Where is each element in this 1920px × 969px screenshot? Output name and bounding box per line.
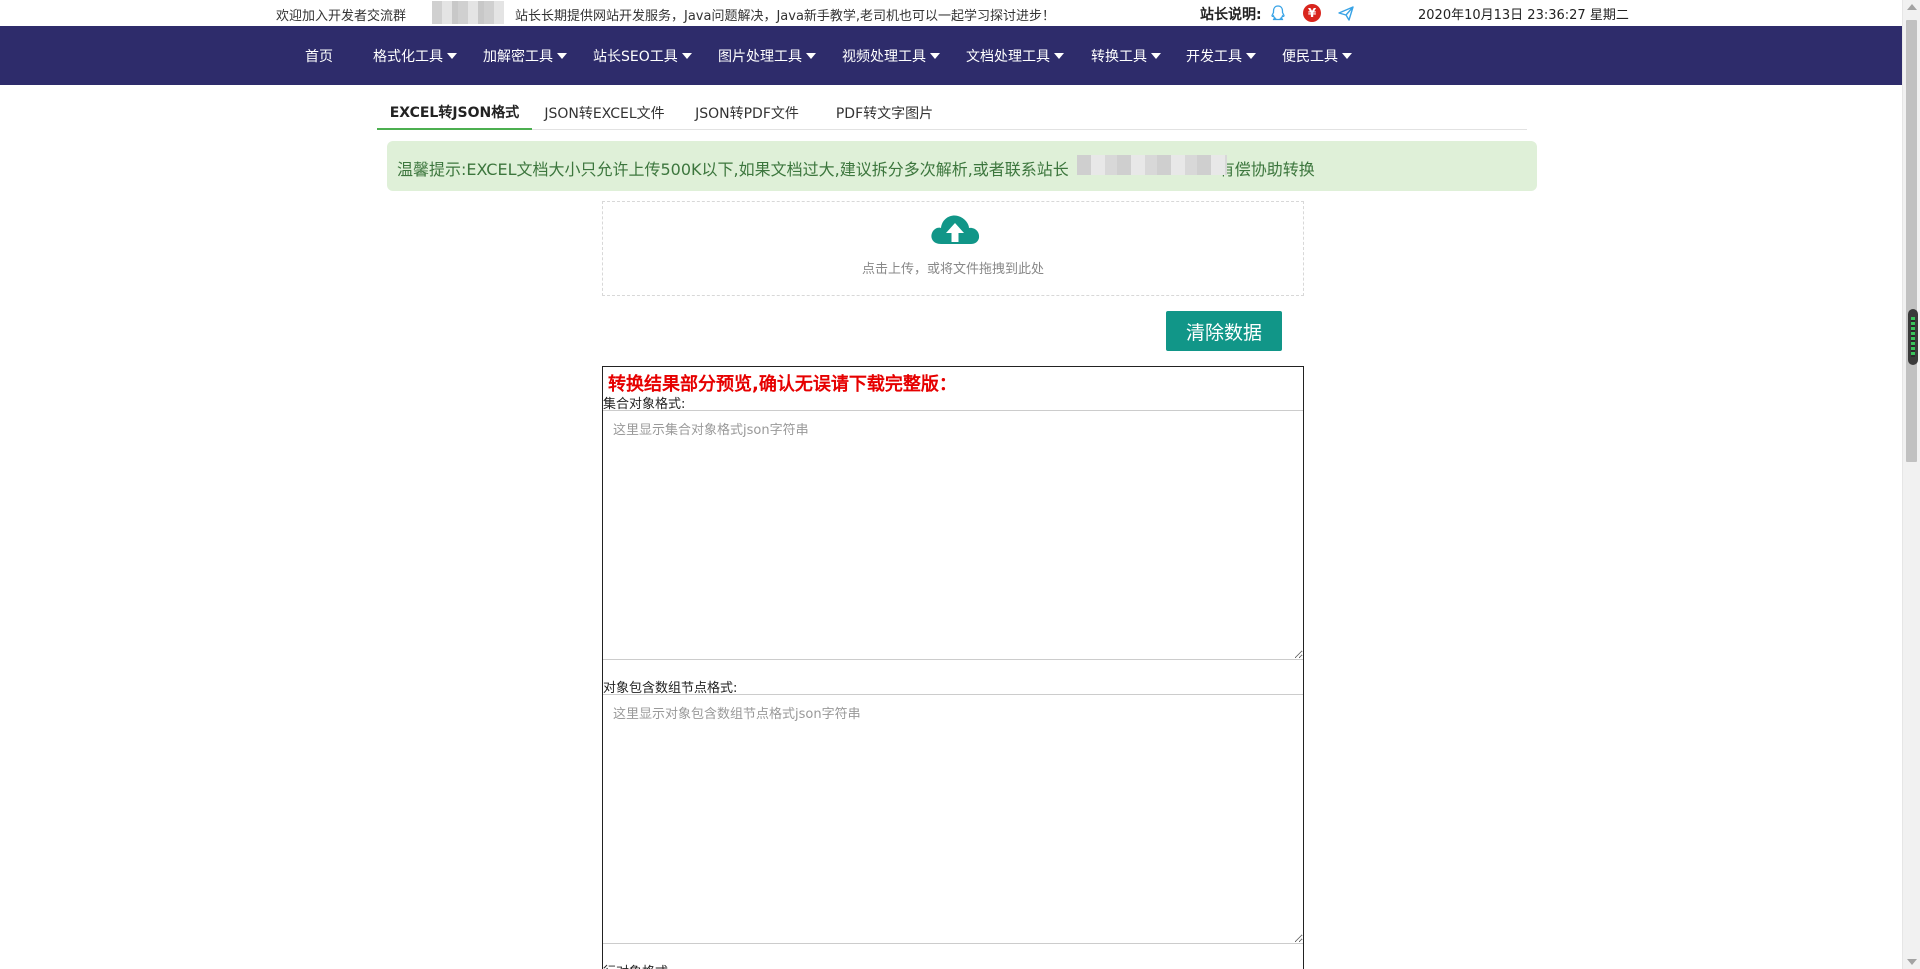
scroll-up-arrow-icon[interactable] — [1907, 4, 1917, 10]
cloud-upload-icon — [931, 215, 980, 244]
nav-item-seo-tools[interactable]: 站长SEO工具 — [593, 46, 692, 66]
nav-item-label: 加解密工具 — [483, 49, 553, 65]
qq-icon[interactable] — [1268, 4, 1288, 22]
nav-item-label: 图片处理工具 — [718, 49, 802, 65]
nav-item-label: 视频处理工具 — [842, 49, 926, 65]
caret-down-icon — [681, 53, 692, 59]
tab-excel-to-json[interactable]: EXCEL转JSON格式 — [377, 95, 532, 130]
tip-notice: 温馨提示:EXCEL文档大小只允许上传500K以下,如果文档过大,建议拆分多次解… — [387, 141, 1537, 191]
nav-item-format-tools[interactable]: 格式化工具 — [373, 46, 457, 66]
upload-hint: 点击上传，或将文件拖拽到此处 — [861, 262, 1044, 277]
top-info-bar: 欢迎加入开发者交流群 站长长期提供网站开发服务，Java问题解决，Java新手教… — [0, 0, 1902, 26]
caret-down-icon — [806, 53, 816, 59]
caret-down-icon — [930, 53, 940, 59]
current-datetime: 2020年10月13日 23:36:27 星期二 — [1418, 8, 1629, 23]
scrollbar-thumb[interactable] — [1906, 20, 1917, 462]
nav-item-label: 便民工具 — [1282, 49, 1338, 65]
clear-data-button[interactable]: 清除数据 — [1166, 311, 1282, 351]
main-nav: 首页 格式化工具 加解密工具 站长SEO工具 图片处理工具 视频处理工具 文档处… — [0, 26, 1902, 85]
nav-item-utility-tools[interactable]: 便民工具 — [1282, 46, 1352, 66]
array-node-format-output[interactable] — [603, 694, 1303, 944]
nav-item-label: 开发工具 — [1186, 49, 1242, 65]
conversion-result-panel: 转换结果部分预览,确认无误请下载完整版： 集合对象格式: 对象包含数组节点格式:… — [602, 366, 1304, 969]
nav-item-video-tools[interactable]: 视频处理工具 — [842, 46, 940, 66]
nav-item-label: 转换工具 — [1091, 49, 1147, 65]
side-widget-handle[interactable] — [1908, 309, 1918, 365]
nav-item-label: 格式化工具 — [373, 49, 443, 65]
caret-down-icon — [1054, 53, 1064, 59]
nav-item-convert-tools[interactable]: 转换工具 — [1091, 46, 1161, 66]
caret-down-icon — [1246, 53, 1256, 59]
blurred-contact — [1077, 155, 1227, 175]
donate-icon[interactable]: ¥ — [1302, 4, 1322, 22]
owner-notes-label: 站长说明: — [1200, 7, 1262, 23]
tab-json-to-excel[interactable]: JSON转EXCEL文件 — [532, 95, 677, 130]
collection-format-output[interactable] — [603, 410, 1303, 660]
caret-down-icon — [1342, 53, 1352, 59]
conversion-tabs: EXCEL转JSON格式 JSON转EXCEL文件 JSON转PDF文件 PDF… — [377, 95, 1527, 130]
send-icon[interactable] — [1336, 4, 1356, 22]
nav-item-crypto-tools[interactable]: 加解密工具 — [483, 46, 567, 66]
notice-text: 温馨提示:EXCEL文档大小只允许上传500K以下,如果文档过大,建议拆分多次解… — [397, 160, 1069, 179]
nav-item-image-tools[interactable]: 图片处理工具 — [718, 46, 816, 66]
caret-down-icon — [557, 53, 567, 59]
tab-pdf-to-text-image[interactable]: PDF转文字图片 — [817, 95, 952, 130]
page: 欢迎加入开发者交流群 站长长期提供网站开发服务，Java问题解决，Java新手教… — [0, 0, 1920, 969]
service-announcement: 站长长期提供网站开发服务，Java问题解决，Java新手教学,老司机也可以一起学… — [515, 9, 1056, 24]
nav-item-dev-tools[interactable]: 开发工具 — [1186, 46, 1256, 66]
page-scrollbar[interactable] — [1902, 0, 1920, 969]
notice-text-end: 有偿协助转换 — [1218, 160, 1315, 179]
nav-item-document-tools[interactable]: 文档处理工具 — [966, 46, 1064, 66]
blurred-group-number — [432, 1, 504, 24]
row-object-format-label: 行对象格式: — [603, 961, 672, 969]
nav-item-label: 站长SEO工具 — [593, 49, 678, 65]
caret-down-icon — [447, 53, 457, 59]
tab-json-to-pdf[interactable]: JSON转PDF文件 — [677, 95, 817, 130]
file-upload-dropzone[interactable]: 点击上传，或将文件拖拽到此处 — [602, 201, 1304, 296]
scroll-down-arrow-icon[interactable] — [1907, 959, 1917, 965]
nav-item-home[interactable]: 首页 — [305, 46, 333, 66]
nav-item-label: 首页 — [305, 49, 333, 65]
nav-item-label: 文档处理工具 — [966, 49, 1050, 65]
caret-down-icon — [1151, 53, 1161, 59]
welcome-text: 欢迎加入开发者交流群 — [276, 9, 407, 24]
